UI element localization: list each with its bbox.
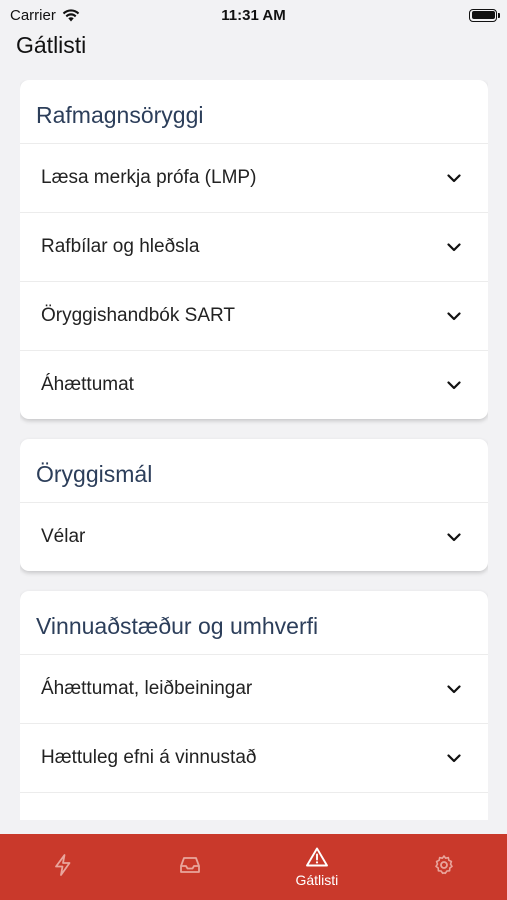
chevron-down-icon bbox=[446, 170, 462, 186]
checklist-item-label: Vélar bbox=[41, 526, 86, 547]
checklist-item[interactable]: Rafbílar og hleðsla bbox=[20, 212, 488, 281]
carrier-label: Carrier bbox=[10, 6, 56, 24]
status-bar: Carrier 11:31 AM bbox=[0, 0, 507, 30]
checklist-item[interactable]: Læsa merkja prófa (LMP) bbox=[20, 143, 488, 212]
checklist-item-label: Áhættumat, leiðbeiningar bbox=[41, 678, 253, 699]
wifi-icon bbox=[62, 8, 80, 21]
checklist-item-label: Öryggishandbók SART bbox=[41, 305, 235, 326]
section-card: Rafmagnsöryggi Læsa merkja prófa (LMP) R… bbox=[20, 80, 488, 419]
tab-gatlisti[interactable]: Gátlisti bbox=[257, 834, 377, 900]
chevron-down-icon bbox=[446, 529, 462, 545]
checklist-item[interactable]: Hættuleg efni á vinnustað bbox=[20, 723, 488, 792]
checklist-item[interactable]: Áhættumat bbox=[20, 350, 488, 419]
gear-icon bbox=[434, 855, 453, 875]
checklist-item-label: Læsa merkja prófa (LMP) bbox=[41, 167, 257, 188]
section-card: Vinnuaðstæður og umhverfi Áhættumat, lei… bbox=[20, 591, 488, 820]
carrier-signal: Carrier bbox=[10, 7, 80, 24]
checklist-content[interactable]: Rafmagnsöryggi Læsa merkja prófa (LMP) R… bbox=[20, 80, 488, 820]
chevron-down-icon bbox=[446, 377, 462, 393]
chevron-down-icon bbox=[446, 239, 462, 255]
page-title: Gátlisti bbox=[16, 32, 87, 58]
tab-settings[interactable] bbox=[384, 834, 504, 900]
chevron-down-icon bbox=[446, 681, 462, 697]
checklist-item[interactable]: Öryggishandbók SART bbox=[20, 281, 488, 350]
tab-lightning[interactable] bbox=[3, 834, 123, 900]
section-title: Rafmagnsöryggi bbox=[36, 102, 204, 128]
section-title: Öryggismál bbox=[36, 461, 153, 487]
tab-inbox[interactable] bbox=[130, 834, 250, 900]
tab-label: Gátlisti bbox=[295, 872, 339, 888]
checklist-item-label: Rafbílar og hleðsla bbox=[41, 236, 200, 257]
section-title: Vinnuaðstæður og umhverfi bbox=[36, 613, 319, 639]
checklist-item[interactable]: Áhættumat, leiðbeiningar bbox=[20, 654, 488, 723]
warning-triangle-icon bbox=[305, 847, 328, 867]
lightning-icon bbox=[55, 854, 71, 876]
checklist-item-label: Hættuleg efni á vinnustað bbox=[41, 747, 257, 768]
section-card: Öryggismál Vélar bbox=[20, 439, 488, 571]
battery-icon bbox=[469, 8, 500, 22]
checklist-item-label: Áhættumat bbox=[41, 374, 134, 395]
chevron-down-icon bbox=[446, 750, 462, 766]
inbox-icon bbox=[180, 857, 201, 873]
checklist-item[interactable]: Vélar bbox=[20, 502, 488, 571]
tab-bar: Gátlisti bbox=[0, 834, 507, 900]
checklist-item[interactable] bbox=[20, 792, 488, 820]
chevron-down-icon bbox=[446, 308, 462, 324]
